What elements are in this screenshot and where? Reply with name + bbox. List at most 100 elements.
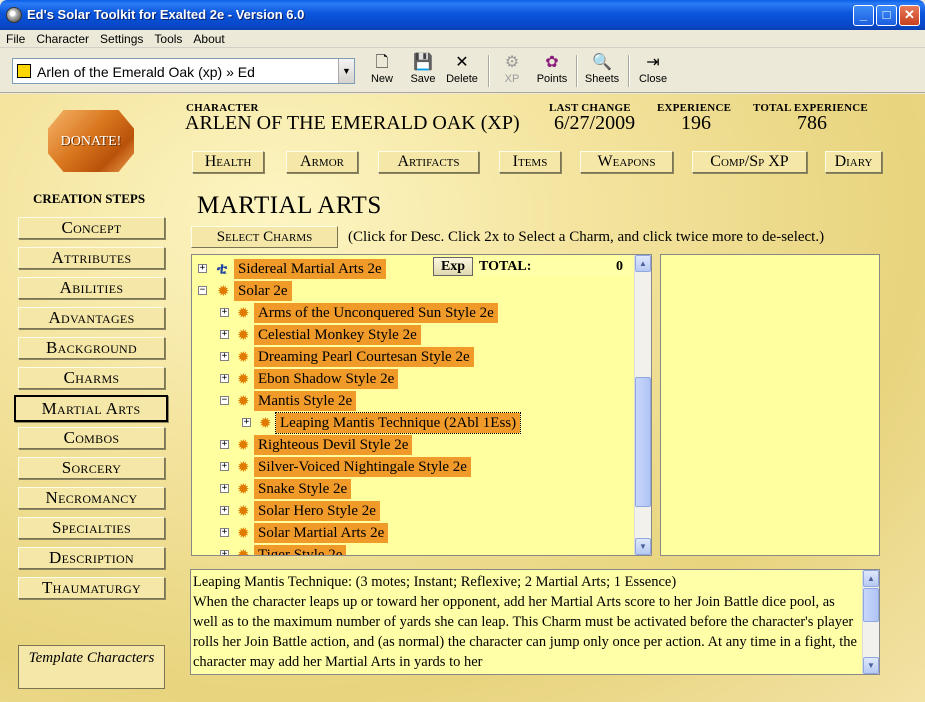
title-bar: Ed's Solar Toolkit for Exalted 2e - Vers…	[0, 0, 925, 30]
sun-icon: ✹	[237, 526, 250, 542]
save-button[interactable]: 💾 Save	[406, 53, 440, 91]
expand-toggle[interactable]: +	[198, 264, 207, 273]
close-window-button[interactable]: ✕	[899, 5, 920, 26]
toolbar-separator	[576, 55, 578, 87]
expand-toggle[interactable]: +	[220, 308, 229, 317]
tree-item-label: Righteous Devil Style 2e	[254, 435, 413, 455]
sun-icon: ✹	[259, 416, 272, 432]
step-martial-arts[interactable]: Martial Arts	[14, 395, 168, 422]
maximize-button[interactable]: □	[876, 5, 897, 26]
menu-character[interactable]: Character	[30, 30, 94, 46]
expand-toggle[interactable]: +	[220, 528, 229, 537]
xp-label: XP	[504, 73, 520, 85]
step-advantages[interactable]: Advantages	[18, 307, 165, 329]
nav-weapons[interactable]: Weapons	[580, 151, 673, 173]
menu-file[interactable]: File	[0, 30, 30, 46]
step-abilities[interactable]: Abilities	[18, 277, 165, 299]
donate-button[interactable]: DONATE!	[48, 110, 134, 172]
xp-button[interactable]: ⚙ XP	[498, 53, 526, 91]
template-characters-button[interactable]: Template Characters	[18, 645, 165, 689]
menu-tools[interactable]: Tools	[148, 30, 187, 46]
charm-tree[interactable]: + ቲ Sidereal Martial Arts 2e Exp TOTAL: …	[191, 254, 652, 556]
close-label: Close	[638, 73, 668, 85]
sun-icon: ✹	[237, 394, 250, 410]
expand-toggle[interactable]: +	[220, 462, 229, 471]
step-charms[interactable]: Charms	[18, 367, 165, 389]
nav-armor[interactable]: Armor	[286, 151, 358, 173]
last-change-value: 6/27/2009	[554, 112, 636, 134]
sun-icon: ✹	[237, 438, 250, 454]
tree-item-label: Arms of the Unconquered Sun Style 2e	[254, 303, 498, 323]
exp-button[interactable]: Exp	[433, 257, 473, 276]
step-attributes[interactable]: Attributes	[18, 247, 165, 269]
step-sorcery[interactable]: Sorcery	[18, 457, 165, 479]
delete-x-icon: ✕	[455, 54, 469, 71]
new-file-icon: 🗋	[375, 54, 389, 71]
nav-health[interactable]: Health	[192, 151, 264, 173]
selected-charms-panel[interactable]	[660, 254, 880, 556]
new-button[interactable]: 🗋 New	[366, 53, 398, 91]
tree-item-label: Tiger Style 2e	[254, 545, 347, 555]
nav-artifacts[interactable]: Artifacts	[378, 151, 479, 173]
expand-toggle[interactable]: +	[242, 418, 251, 427]
step-specialties[interactable]: Specialties	[18, 517, 165, 539]
expand-toggle[interactable]: +	[220, 330, 229, 339]
tree-item-label: Ebon Shadow Style 2e	[254, 369, 399, 389]
points-button[interactable]: ✿ Points	[535, 53, 569, 91]
scroll-thumb[interactable]	[635, 377, 651, 507]
nav-items[interactable]: Items	[499, 151, 561, 173]
select-charms-button[interactable]: Select Charms	[191, 226, 338, 248]
sun-icon: ✹	[237, 372, 250, 388]
delete-button[interactable]: ✕ Delete	[443, 53, 481, 91]
toolbar-separator	[488, 55, 490, 87]
section-title: MARTIAL ARTS	[197, 192, 382, 219]
tree-scrollbar[interactable]: ▲ ▼	[634, 255, 651, 555]
scroll-up-icon[interactable]: ▲	[635, 255, 651, 272]
save-label: Save	[410, 73, 436, 85]
sun-icon: ✹	[237, 504, 250, 520]
character-name: ARLEN OF THE EMERALD OAK (XP)	[185, 112, 520, 134]
step-necromancy[interactable]: Necromancy	[18, 487, 165, 509]
sun-icon: ✹	[237, 482, 250, 498]
step-background[interactable]: Background	[18, 337, 165, 359]
close-button[interactable]: ⇥ Close	[637, 53, 669, 91]
scroll-down-icon[interactable]: ▼	[635, 538, 651, 555]
creation-steps-title: CREATION STEPS	[32, 191, 146, 206]
chevron-down-icon[interactable]: ▼	[338, 59, 354, 83]
charm-description[interactable]: Leaping Mantis Technique: (3 motes; Inst…	[190, 569, 880, 675]
expand-toggle[interactable]: −	[220, 396, 229, 405]
minimize-button[interactable]: _	[853, 5, 874, 26]
toolbar: Arlen of the Emerald Oak (xp) » Ed ▼ 🗋 Ne…	[0, 49, 925, 93]
total-label: TOTAL:	[479, 259, 532, 274]
nav-comp-sp-xp[interactable]: Comp/Sp XP	[692, 151, 807, 173]
points-icon: ✿	[545, 54, 559, 71]
step-thaumaturgy[interactable]: Thaumaturgy	[18, 577, 165, 599]
scroll-thumb[interactable]	[863, 588, 879, 622]
tree-item-label: Solar 2e	[234, 281, 292, 301]
expand-toggle[interactable]: +	[220, 352, 229, 361]
scroll-down-icon[interactable]: ▼	[863, 657, 879, 674]
nav-diary[interactable]: Diary	[825, 151, 882, 173]
tree-item-label: Mantis Style 2e	[254, 391, 357, 411]
step-combos[interactable]: Combos	[18, 427, 165, 449]
scroll-up-icon[interactable]: ▲	[863, 570, 879, 587]
step-concept[interactable]: Concept	[18, 217, 165, 239]
character-select[interactable]: Arlen of the Emerald Oak (xp) » Ed ▼	[12, 58, 355, 84]
menu-settings[interactable]: Settings	[94, 30, 148, 46]
expand-toggle[interactable]: +	[220, 550, 229, 555]
sidereal-icon: ቲ	[217, 261, 228, 277]
expand-toggle[interactable]: +	[220, 506, 229, 515]
step-description[interactable]: Description	[18, 547, 165, 569]
expand-toggle[interactable]: +	[220, 440, 229, 449]
menu-about[interactable]: About	[187, 30, 229, 46]
total-value: 0	[616, 259, 623, 274]
menu-bar: File Character Settings Tools About	[0, 30, 925, 48]
sheets-button[interactable]: 🔍 Sheets	[583, 53, 621, 91]
description-scrollbar[interactable]: ▲ ▼	[862, 570, 879, 674]
expand-toggle[interactable]: +	[220, 374, 229, 383]
tree-item-label: Snake Style 2e	[254, 479, 352, 499]
experience-value: 196	[681, 112, 711, 134]
expand-toggle[interactable]: −	[198, 286, 207, 295]
tree-item-label: Solar Martial Arts 2e	[254, 523, 389, 543]
expand-toggle[interactable]: +	[220, 484, 229, 493]
